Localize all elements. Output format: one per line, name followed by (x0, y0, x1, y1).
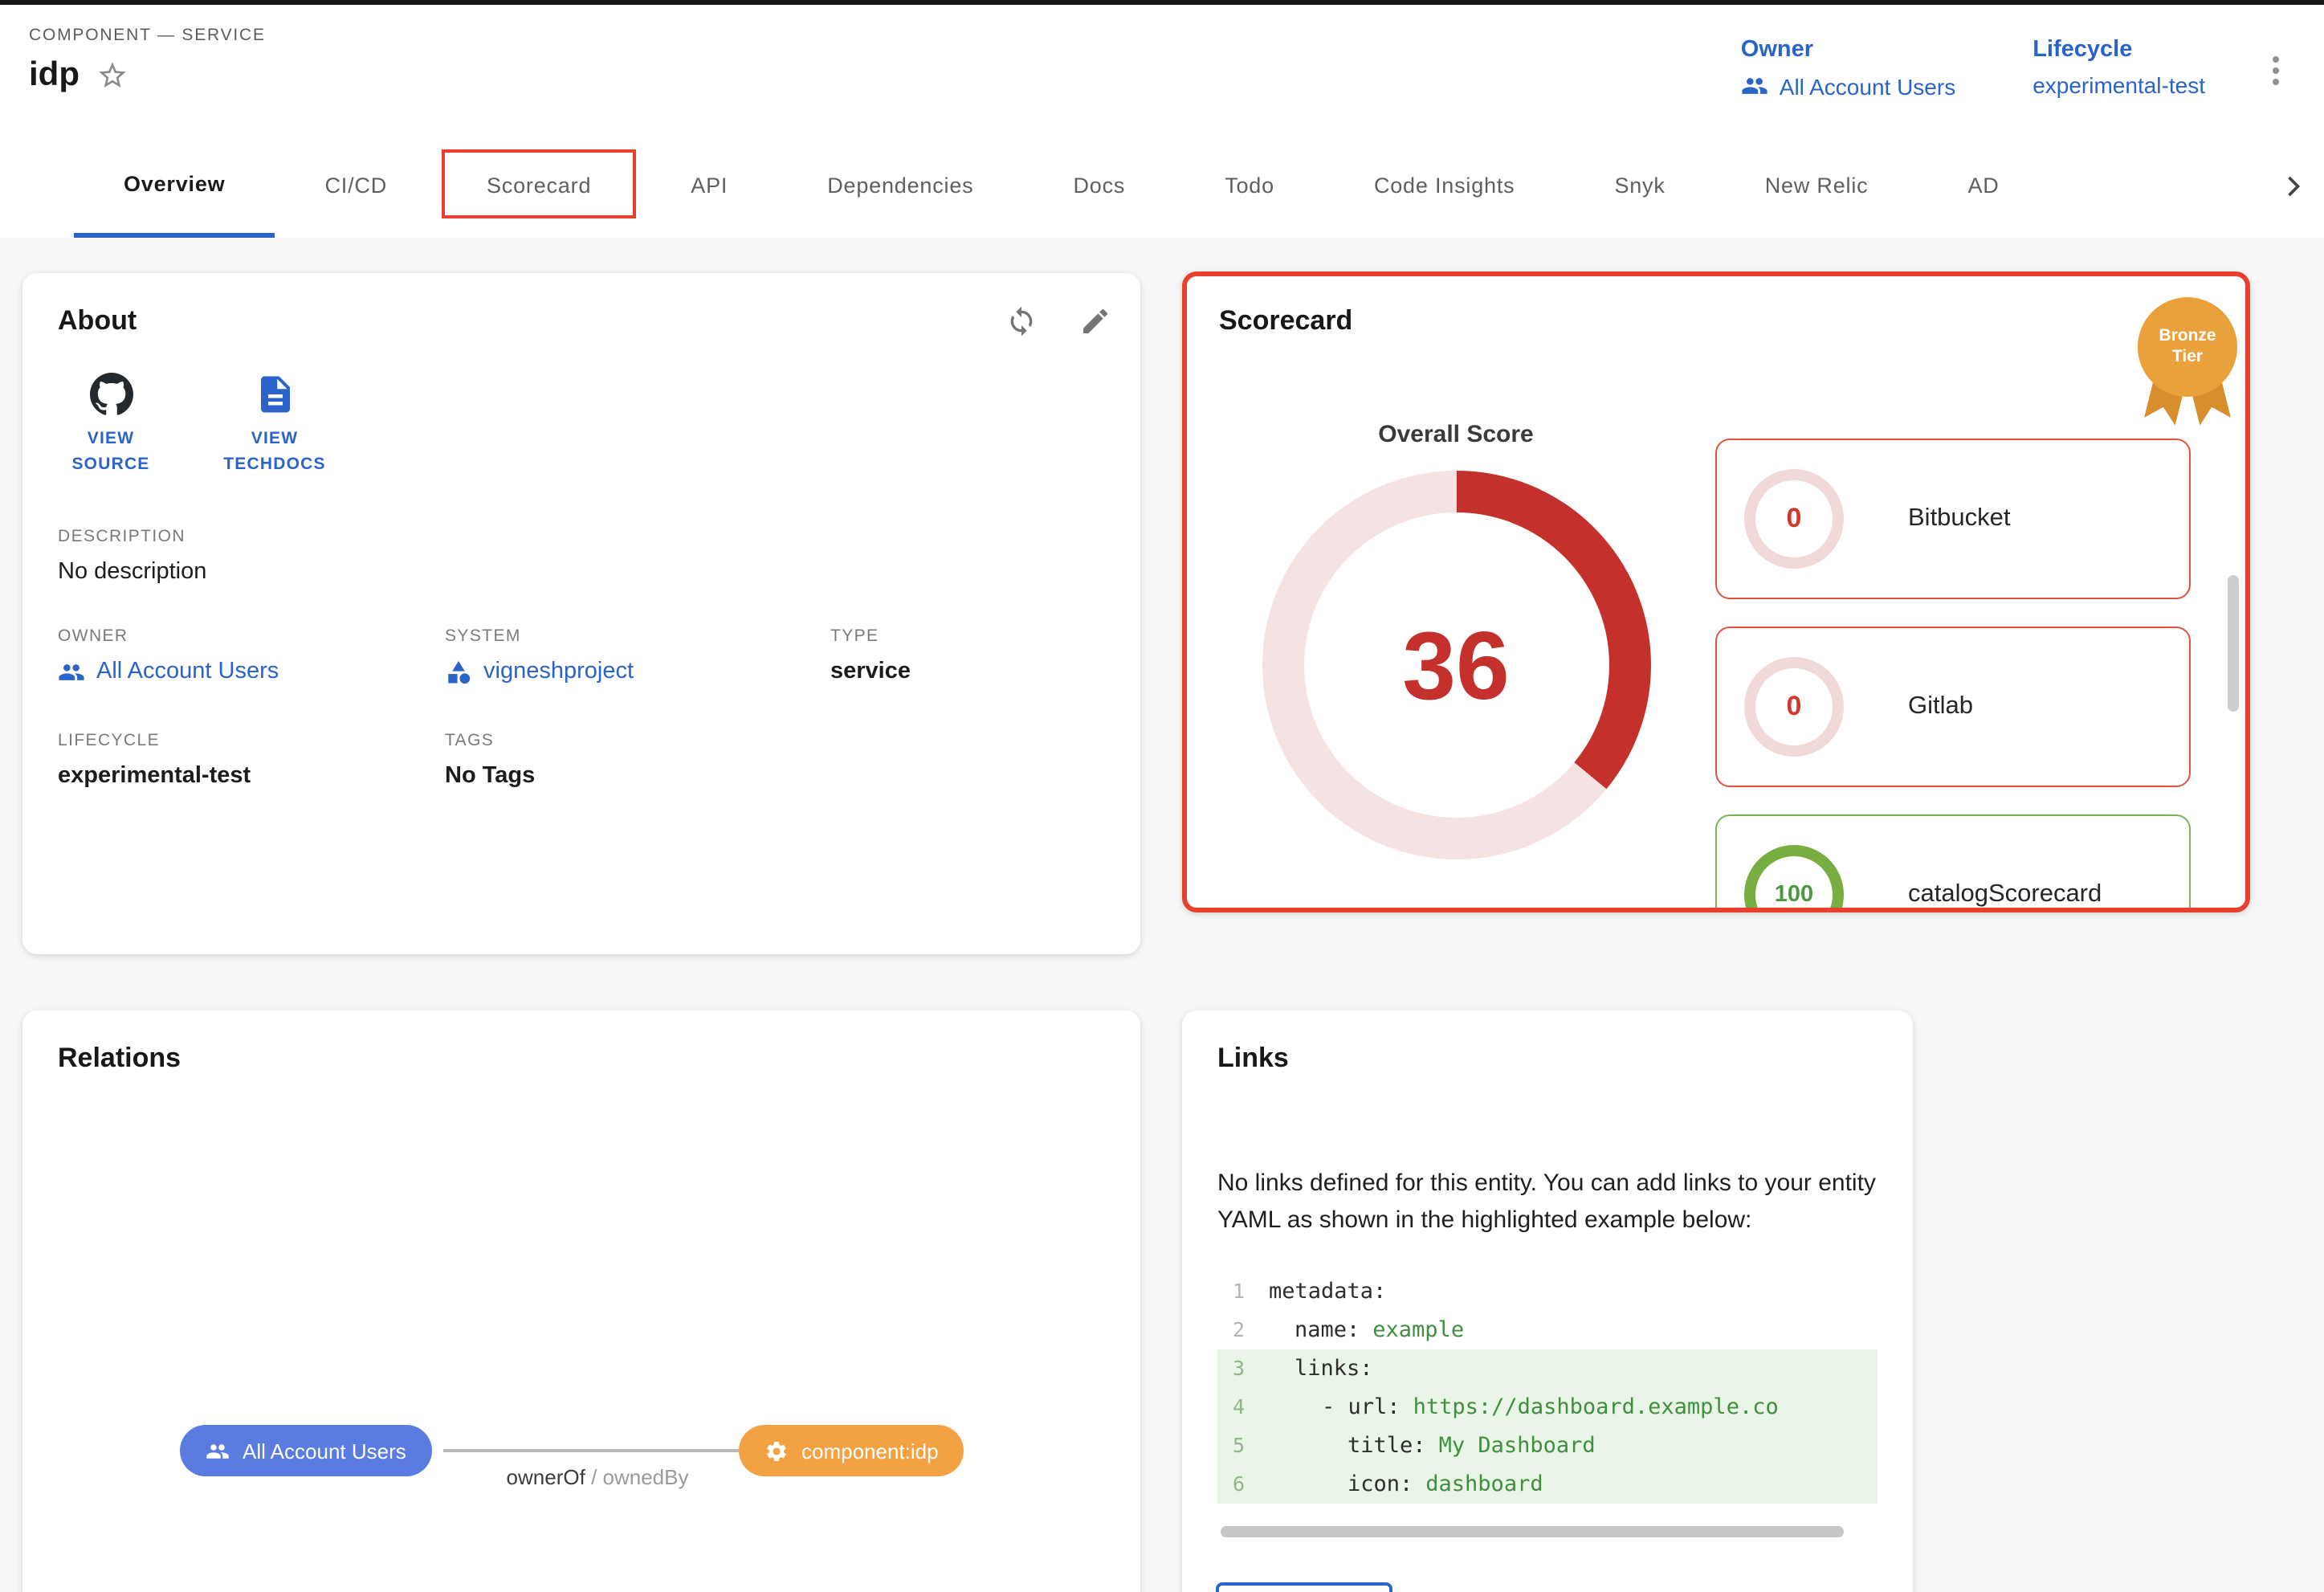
description-value: No description (58, 558, 1105, 584)
score-circle: 100 (1744, 845, 1844, 912)
type-field: TYPE service (830, 626, 1105, 685)
relation-edge (443, 1449, 739, 1452)
view-techdocs-label: VIEW TECHDOCS (222, 427, 328, 478)
favorite-star-icon[interactable] (96, 59, 128, 92)
overall-score-donut: 36 (1262, 471, 1650, 859)
scorecard-item-bitbucket[interactable]: 0 Bitbucket (1715, 439, 2191, 599)
tab-api[interactable]: API (641, 133, 777, 238)
lifecycle-label: Lifecycle (2032, 37, 2205, 63)
about-title: About (58, 305, 1105, 337)
code-line: 5title:My Dashboard (1217, 1426, 1878, 1464)
group-icon (206, 1439, 230, 1463)
scorecard-title: Scorecard (1219, 305, 2213, 337)
relation-edge-label: ownerOf / ownedBy (453, 1465, 742, 1489)
header-lifecycle: Lifecycle experimental-test (2032, 37, 2205, 100)
page: COMPONENT — SERVICE idp Owner All Accoun… (0, 0, 2324, 1592)
overview-content: About VIEW SOURCE (0, 238, 2324, 1592)
code-line: 1metadata: (1217, 1272, 1878, 1310)
about-card: About VIEW SOURCE (22, 273, 1140, 954)
group-icon (1741, 72, 1768, 100)
lifecycle-value: experimental-test (2032, 72, 2205, 98)
refresh-icon[interactable] (1005, 305, 1038, 337)
owner-field: OWNER All Account Users (58, 626, 445, 685)
code-horizontal-scrollbar[interactable] (1221, 1525, 1844, 1537)
view-source-label: VIEW SOURCE (58, 427, 164, 478)
lifecycle-field: LIFECYCLE experimental-test (58, 730, 445, 788)
yaml-example-code: 1metadata: 2name:example 3links: 4- url:… (1217, 1272, 1878, 1503)
score-circle: 0 (1744, 657, 1844, 757)
scorecard-item-gitlab[interactable]: 0 Gitlab (1715, 627, 2191, 787)
techdocs-icon (253, 373, 296, 416)
cut-off-button[interactable] (1216, 1582, 1392, 1592)
tab-cicd[interactable]: CI/CD (275, 133, 438, 238)
tab-adr[interactable]: AD (1918, 133, 2049, 238)
relation-node-owner[interactable]: All Account Users (180, 1425, 432, 1476)
github-icon (89, 373, 133, 416)
entity-tabs: Overview CI/CD Scorecard API Dependencie… (0, 133, 2324, 238)
links-empty-message: No links defined for this entity. You ca… (1217, 1165, 1878, 1239)
tab-dependencies[interactable]: Dependencies (777, 133, 1023, 238)
view-source-button[interactable]: VIEW SOURCE (58, 373, 164, 478)
scorecard-list: 0 Bitbucket 0 Gitlab 100 catalogScorecar… (1715, 337, 2191, 912)
system-icon (445, 658, 472, 685)
tab-code-insights[interactable]: Code Insights (1324, 133, 1565, 238)
owner-field-link[interactable]: All Account Users (58, 658, 445, 685)
overall-score-value: 36 (1402, 610, 1510, 720)
tags-field: TAGS No Tags (445, 730, 830, 788)
overall-score-label: Overall Score (1378, 421, 1533, 448)
system-field-link[interactable]: vigneshproject (445, 658, 830, 685)
header-owner: Owner All Account Users (1741, 37, 1955, 100)
owner-label: Owner (1741, 37, 1955, 63)
tab-new-relic[interactable]: New Relic (1715, 133, 1918, 238)
code-line: 3links: (1217, 1349, 1878, 1387)
tab-overview[interactable]: Overview (74, 133, 275, 238)
scorecard-card: Scorecard Bronze Tier Overall Score 36 (1182, 271, 2250, 912)
system-field: SYSTEM vigneshproject (445, 626, 830, 685)
relation-node-component[interactable]: component:idp (739, 1425, 964, 1476)
owner-value: All Account Users (1780, 73, 1955, 99)
scorecard-item-catalogscorecard[interactable]: 100 catalogScorecard (1715, 814, 2191, 912)
gear-icon (764, 1439, 789, 1463)
scorecard-scrollbar[interactable] (2228, 575, 2239, 712)
page-title: idp (29, 56, 80, 95)
relations-title: Relations (58, 1043, 1105, 1075)
owner-link[interactable]: All Account Users (1741, 72, 1955, 100)
more-options-icon[interactable] (2266, 50, 2285, 92)
tab-todo[interactable]: Todo (1175, 133, 1324, 238)
score-circle: 0 (1744, 469, 1844, 569)
code-line: 6icon:dashboard (1217, 1464, 1878, 1503)
tab-scorecard[interactable]: Scorecard (437, 133, 641, 238)
code-line: 4- url:https://dashboard.example.co (1217, 1387, 1878, 1426)
bronze-tier-badge: Bronze Tier (2136, 297, 2239, 451)
links-card: Links No links defined for this entity. … (1182, 1010, 1913, 1592)
code-line: 2name:example (1217, 1310, 1878, 1349)
description-label: DESCRIPTION (58, 526, 1105, 545)
edit-icon[interactable] (1079, 305, 1111, 337)
view-techdocs-button[interactable]: VIEW TECHDOCS (222, 373, 328, 478)
entity-header: COMPONENT — SERVICE idp Owner All Accoun… (0, 5, 2324, 133)
relations-card: Relations All Account Users ownerOf / ow… (22, 1010, 1140, 1592)
tab-snyk[interactable]: Snyk (1564, 133, 1714, 238)
group-icon (58, 658, 85, 685)
tabs-scroll-right-icon[interactable] (2263, 133, 2324, 238)
links-title: Links (1217, 1043, 1878, 1075)
tab-docs[interactable]: Docs (1023, 133, 1175, 238)
tier-badge-label: Bronze Tier (2138, 297, 2237, 397)
